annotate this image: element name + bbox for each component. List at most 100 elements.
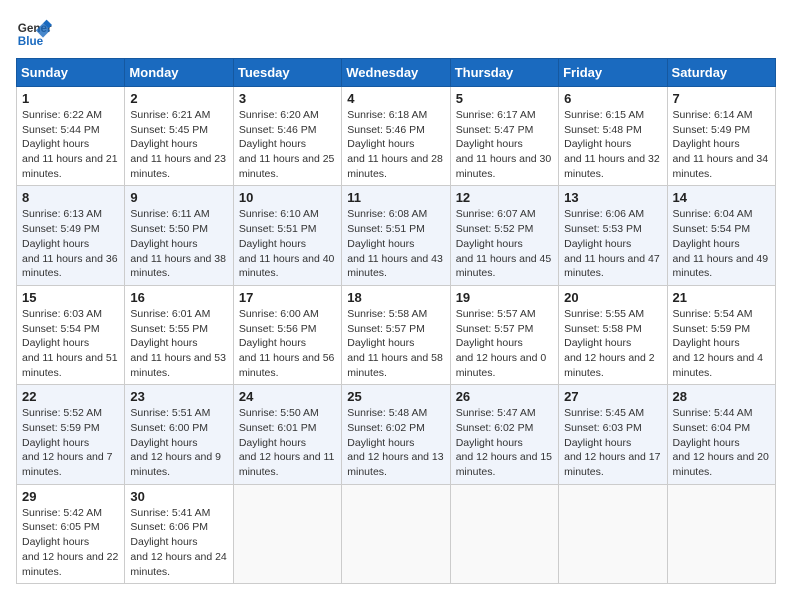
daylight-hours-label: Daylight hours — [22, 337, 89, 349]
day-info: Sunrise: 6:22 AM Sunset: 5:44 PM Daylight … — [22, 108, 119, 181]
sunset-info: Sunset: 5:44 PM — [22, 124, 100, 136]
daylight-hours-label: Daylight hours — [22, 238, 89, 250]
day-info: Sunrise: 6:00 AMSunset: 5:56 PMDaylight … — [239, 307, 336, 380]
calendar-cell: 30Sunrise: 5:41 AMSunset: 6:06 PMDayligh… — [125, 484, 233, 583]
daylight-hours-label: Daylight hours — [130, 138, 197, 150]
sunset-info: Sunset: 5:59 PM — [22, 422, 100, 434]
daylight-duration: and 11 hours and 51 minutes. — [22, 352, 118, 379]
daylight-hours-label: Daylight hours — [673, 337, 740, 349]
sunrise-info: Sunrise: 6:14 AM — [673, 109, 753, 121]
daylight-hours-label: Daylight hours — [456, 138, 523, 150]
day-info: Sunrise: 5:54 AMSunset: 5:59 PMDaylight … — [673, 307, 770, 380]
day-number: 2 — [130, 91, 227, 106]
sunset-info: Sunset: 5:47 PM — [456, 124, 534, 136]
sunset-info: Sunset: 5:51 PM — [239, 223, 317, 235]
day-number: 13 — [564, 190, 661, 205]
daylight-duration: and 11 hours and 45 minutes. — [456, 253, 552, 280]
sunset-info: Sunset: 5:49 PM — [22, 223, 100, 235]
calendar-cell: 17Sunrise: 6:00 AMSunset: 5:56 PMDayligh… — [233, 285, 341, 384]
day-number: 27 — [564, 389, 661, 404]
sunset-info: Sunset: 5:46 PM — [239, 124, 317, 136]
daylight-duration: and 12 hours and 20 minutes. — [673, 451, 769, 478]
sunset-info: Sunset: 5:59 PM — [673, 323, 751, 335]
sunrise-info: Sunrise: 5:42 AM — [22, 507, 102, 519]
day-info: Sunrise: 6:04 AMSunset: 5:54 PMDaylight … — [673, 207, 770, 280]
day-info: Sunrise: 6:17 AMSunset: 5:47 PMDaylight … — [456, 108, 553, 181]
sunrise-info: Sunrise: 5:52 AM — [22, 407, 102, 419]
daylight-hours-label: Daylight hours — [22, 138, 89, 150]
day-info: Sunrise: 6:08 AMSunset: 5:51 PMDaylight … — [347, 207, 444, 280]
day-number: 29 — [22, 489, 119, 504]
day-info: Sunrise: 6:13 AMSunset: 5:49 PMDaylight … — [22, 207, 119, 280]
sunrise-info: Sunrise: 5:47 AM — [456, 407, 536, 419]
sunset-info: Sunset: 5:54 PM — [673, 223, 751, 235]
day-number: 15 — [22, 290, 119, 305]
logo: General Blue — [16, 16, 52, 52]
day-number: 24 — [239, 389, 336, 404]
svg-text:Blue: Blue — [18, 35, 44, 48]
day-info: Sunrise: 6:11 AMSunset: 5:50 PMDaylight … — [130, 207, 227, 280]
sunrise-info: Sunrise: 5:58 AM — [347, 308, 427, 320]
sunset-info: Sunset: 5:54 PM — [22, 323, 100, 335]
daylight-hours-label: Daylight hours — [456, 337, 523, 349]
daylight-duration: and 12 hours and 7 minutes. — [22, 451, 113, 478]
sunset-info: Sunset: 5:56 PM — [239, 323, 317, 335]
daylight-duration: and 12 hours and 11 minutes. — [239, 451, 335, 478]
calendar-cell: 22Sunrise: 5:52 AMSunset: 5:59 PMDayligh… — [17, 385, 125, 484]
daylight-duration: and 12 hours and 0 minutes. — [456, 352, 547, 379]
calendar-cell — [450, 484, 558, 583]
sunset-info: Sunset: 6:05 PM — [22, 521, 100, 533]
day-info: Sunrise: 5:58 AMSunset: 5:57 PMDaylight … — [347, 307, 444, 380]
daylight-hours-label: Daylight hours — [130, 536, 197, 548]
sunrise-info: Sunrise: 5:44 AM — [673, 407, 753, 419]
sunset-info: Sunset: 6:00 PM — [130, 422, 208, 434]
daylight-hours-label: Daylight hours — [130, 238, 197, 250]
calendar-cell: 11 Sunrise: 6:08 AMSunset: 5:51 PMDayligh… — [342, 186, 450, 285]
day-number: 3 — [239, 91, 336, 106]
sunrise-info: Sunrise: 5:41 AM — [130, 507, 210, 519]
calendar-cell: 5Sunrise: 6:17 AMSunset: 5:47 PMDaylight… — [450, 87, 558, 186]
day-number: 18 — [347, 290, 444, 305]
sunrise-info: Sunrise: 6:22 AM — [22, 109, 102, 121]
calendar-cell: 9 Sunrise: 6:11 AMSunset: 5:50 PMDaylight… — [125, 186, 233, 285]
day-info: Sunrise: 6:01 AMSunset: 5:55 PMDaylight … — [130, 307, 227, 380]
sunrise-info: Sunrise: 6:10 AM — [239, 208, 319, 220]
sunset-info: Sunset: 5:46 PM — [347, 124, 425, 136]
daylight-duration: and 12 hours and 24 minutes. — [130, 551, 226, 578]
day-number: 16 — [130, 290, 227, 305]
sunrise-info: Sunrise: 6:04 AM — [673, 208, 753, 220]
header-friday: Friday — [559, 59, 667, 87]
calendar-table: SundayMondayTuesdayWednesdayThursdayFrid… — [16, 58, 776, 584]
daylight-duration: and 11 hours and 47 minutes. — [564, 253, 660, 280]
day-info: Sunrise: 5:51 AMSunset: 6:00 PMDaylight … — [130, 406, 227, 479]
sunrise-info: Sunrise: 6:20 AM — [239, 109, 319, 121]
calendar-cell: 21Sunrise: 5:54 AMSunset: 5:59 PMDayligh… — [667, 285, 775, 384]
day-number: 11 — [347, 190, 444, 205]
sunset-info: Sunset: 5:58 PM — [564, 323, 642, 335]
calendar-cell: 19Sunrise: 5:57 AMSunset: 5:57 PMDayligh… — [450, 285, 558, 384]
day-number: 9 — [130, 190, 227, 205]
day-number: 28 — [673, 389, 770, 404]
day-info: Sunrise: 5:47 AMSunset: 6:02 PMDaylight … — [456, 406, 553, 479]
calendar-cell: 12Sunrise: 6:07 AMSunset: 5:52 PMDayligh… — [450, 186, 558, 285]
calendar-week-row: 29 Sunrise: 5:42 AM Sunset: 6:05 PM Dayligh… — [17, 484, 776, 583]
calendar-cell — [342, 484, 450, 583]
calendar-cell: 27 Sunrise: 5:45 AMSunset: 6:03 PMDayligh… — [559, 385, 667, 484]
day-info: Sunrise: 5:45 AMSunset: 6:03 PMDaylight … — [564, 406, 661, 479]
calendar-week-row: 1 Sunrise: 6:22 AM Sunset: 5:44 PM Daylight… — [17, 87, 776, 186]
day-number: 10 — [239, 190, 336, 205]
daylight-duration: and 11 hours and 56 minutes. — [239, 352, 335, 379]
day-number: 4 — [347, 91, 444, 106]
day-info: Sunrise: 5:41 AMSunset: 6:06 PMDaylight … — [130, 506, 227, 579]
calendar-cell: 14Sunrise: 6:04 AMSunset: 5:54 PMDayligh… — [667, 186, 775, 285]
day-info: Sunrise: 6:03 AMSunset: 5:54 PMDaylight … — [22, 307, 119, 380]
calendar-cell: 3Sunrise: 6:20 AMSunset: 5:46 PMDaylight… — [233, 87, 341, 186]
daylight-duration: and 12 hours and 4 minutes. — [673, 352, 764, 379]
calendar-cell: 24Sunrise: 5:50 AMSunset: 6:01 PMDayligh… — [233, 385, 341, 484]
calendar-cell: 29Sunrise: 5:42 AMSunset: 6:05 PMDayligh… — [17, 484, 125, 583]
day-number: 1 — [22, 91, 119, 106]
day-number: 22 — [22, 389, 119, 404]
daylight-duration: and 12 hours and 17 minutes. — [564, 451, 660, 478]
calendar-cell: 7Sunrise: 6:14 AMSunset: 5:49 PMDaylight… — [667, 87, 775, 186]
header-thursday: Thursday — [450, 59, 558, 87]
